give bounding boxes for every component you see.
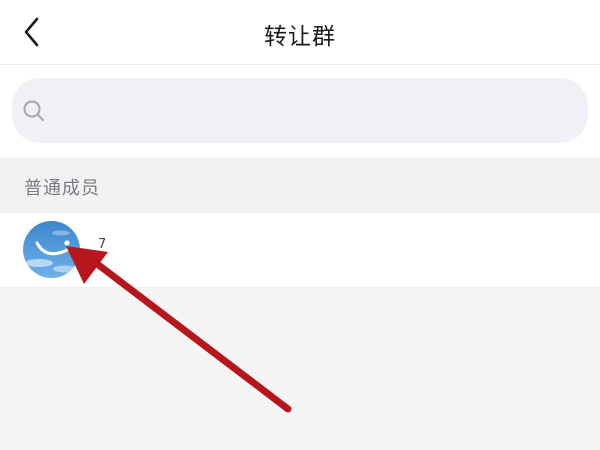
- page-title: 转让群: [264, 24, 336, 50]
- sky-blue-avatar-image: [23, 221, 80, 278]
- member-name: 7: [98, 237, 107, 252]
- top-nav-bar: 转让群: [0, 0, 600, 65]
- member-list-item[interactable]: 7: [0, 213, 600, 288]
- transfer-group-page: 转让群 普通成员 7: [0, 0, 600, 450]
- search-input[interactable]: [56, 92, 580, 130]
- section-title: 普通成员: [24, 178, 100, 199]
- section-header: 普通成员: [0, 158, 600, 213]
- avatar: [23, 221, 80, 278]
- search-bar[interactable]: [12, 78, 588, 143]
- search-section: [0, 65, 600, 157]
- search-icon: [23, 100, 45, 122]
